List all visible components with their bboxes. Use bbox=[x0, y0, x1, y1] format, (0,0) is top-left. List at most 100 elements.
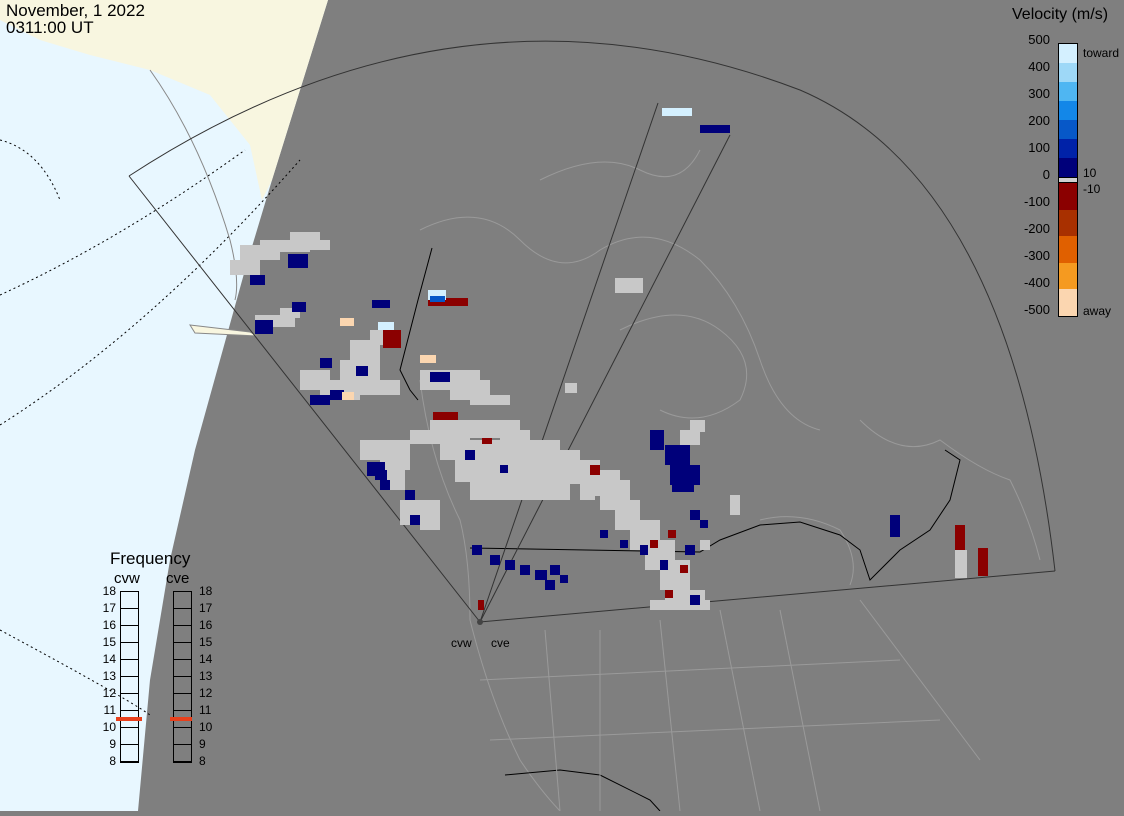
colorbar-segment bbox=[1059, 209, 1077, 237]
freq-tick-right: 18 bbox=[199, 584, 213, 598]
site-label-cvw: cvw bbox=[451, 636, 472, 650]
freq-tick-right: 17 bbox=[199, 601, 213, 615]
colorbar-segment bbox=[1059, 63, 1077, 83]
inner-tick-pos: 10 bbox=[1083, 166, 1097, 180]
freq-gridline bbox=[121, 761, 138, 762]
scatter-cell bbox=[320, 358, 332, 368]
scatter-cell bbox=[520, 470, 535, 482]
freq-gridline bbox=[174, 761, 191, 762]
scatter-cell bbox=[383, 330, 401, 348]
scatter-cell bbox=[620, 540, 628, 548]
freq-tick-left: 15 bbox=[102, 635, 116, 649]
freq-gridline bbox=[174, 727, 191, 728]
scatter-cell bbox=[672, 480, 694, 492]
scatter-cell bbox=[978, 548, 988, 576]
scatter-cell bbox=[342, 392, 354, 400]
velocity-title: Velocity (m/s) bbox=[1012, 6, 1109, 23]
velocity-tick: 100 bbox=[1028, 140, 1050, 155]
scatter-cell bbox=[545, 455, 555, 465]
scatter-cell bbox=[662, 108, 692, 116]
scatter-cell bbox=[410, 515, 420, 525]
scatter-cell bbox=[668, 530, 676, 538]
scatter-cell bbox=[490, 555, 500, 565]
freq-scale-cvw bbox=[120, 591, 139, 763]
velocity-tick: -100 bbox=[1023, 194, 1050, 209]
scatter-cell bbox=[700, 540, 710, 550]
colorbar-segment bbox=[1059, 44, 1077, 64]
freq-scale-cve bbox=[173, 591, 192, 763]
freq-tick-left: 17 bbox=[102, 601, 116, 615]
scatter-cell bbox=[660, 560, 668, 570]
scatter-cell bbox=[470, 395, 510, 405]
scatter-cell bbox=[300, 240, 330, 250]
state-lines bbox=[479, 599, 981, 812]
freq-radar-cvw: cvw bbox=[114, 570, 140, 587]
scatter-cell bbox=[615, 278, 643, 293]
scatter-cell bbox=[378, 322, 394, 330]
scatter-cell bbox=[470, 480, 570, 500]
freq-tick-left: 12 bbox=[102, 686, 116, 700]
scatter-cell bbox=[372, 300, 390, 308]
freq-gridline bbox=[121, 608, 138, 609]
political-borders bbox=[399, 247, 961, 812]
scatter-cell bbox=[465, 450, 475, 460]
time-label: 0311:00 UT bbox=[6, 18, 94, 37]
freq-gridline bbox=[121, 642, 138, 643]
scatter-cell bbox=[700, 125, 730, 133]
scatter-cell bbox=[690, 420, 705, 432]
velocity-tick: 400 bbox=[1028, 59, 1050, 74]
freq-gridline bbox=[121, 693, 138, 694]
freq-tick-left: 13 bbox=[102, 669, 116, 683]
freq-gridline bbox=[174, 693, 191, 694]
scatter-cell bbox=[520, 565, 530, 575]
freq-gridline bbox=[121, 744, 138, 745]
freq-radar-cve: cve bbox=[166, 570, 190, 587]
scatter-cell bbox=[590, 465, 600, 475]
scatter-cell bbox=[420, 355, 436, 363]
scatter-cell bbox=[478, 600, 484, 610]
colorbar-segment bbox=[1059, 82, 1077, 102]
scatter-cell bbox=[255, 320, 273, 334]
freq-gridline bbox=[174, 676, 191, 677]
freq-tick-left: 14 bbox=[102, 652, 116, 666]
colorbar-segment bbox=[1059, 236, 1077, 264]
freq-tick-left: 9 bbox=[109, 737, 116, 751]
velocity-tick: -200 bbox=[1023, 221, 1050, 236]
freq-tick-left: 11 bbox=[103, 703, 116, 717]
scatter-cell bbox=[565, 383, 577, 393]
site-label-cve: cve bbox=[491, 636, 510, 650]
freq-gridline bbox=[121, 659, 138, 660]
scatter-cell bbox=[580, 490, 595, 500]
freq-tick-right: 8 bbox=[199, 754, 206, 768]
freq-tick-right: 9 bbox=[199, 737, 206, 751]
velocity-tick: 300 bbox=[1028, 86, 1050, 101]
velocity-tick: -300 bbox=[1023, 248, 1050, 263]
freq-tick-right: 13 bbox=[199, 669, 213, 683]
freq-gridline bbox=[174, 608, 191, 609]
freq-tick-left: 10 bbox=[102, 720, 116, 734]
scatter-cell bbox=[250, 275, 265, 285]
freq-tick-right: 10 bbox=[199, 720, 213, 734]
freq-tick-left: 16 bbox=[102, 618, 116, 632]
freq-tick-right: 11 bbox=[199, 703, 212, 717]
scatter-cell bbox=[640, 545, 648, 555]
scatter-cell bbox=[690, 595, 700, 605]
scatter-cell bbox=[430, 296, 445, 302]
scatter-cell bbox=[700, 520, 708, 528]
scatter-cell bbox=[375, 470, 387, 480]
colorbar-segment bbox=[1059, 289, 1077, 316]
scatter-cell bbox=[288, 254, 308, 268]
scatter-cell bbox=[690, 510, 700, 520]
scatter-cell bbox=[292, 302, 306, 312]
colorbar-segment bbox=[1059, 183, 1077, 211]
colorbar-segment bbox=[1059, 139, 1077, 159]
scatter-cell bbox=[310, 395, 330, 405]
scatter-cell bbox=[482, 438, 492, 444]
velocity-tick: 500 bbox=[1028, 32, 1050, 47]
scatter-cell bbox=[650, 600, 710, 610]
scatter-cell bbox=[500, 465, 508, 473]
scatter-cell bbox=[955, 550, 967, 578]
scatter-cell bbox=[560, 575, 568, 583]
colorbar-segment bbox=[1059, 101, 1077, 121]
scatter-cell bbox=[356, 366, 368, 376]
